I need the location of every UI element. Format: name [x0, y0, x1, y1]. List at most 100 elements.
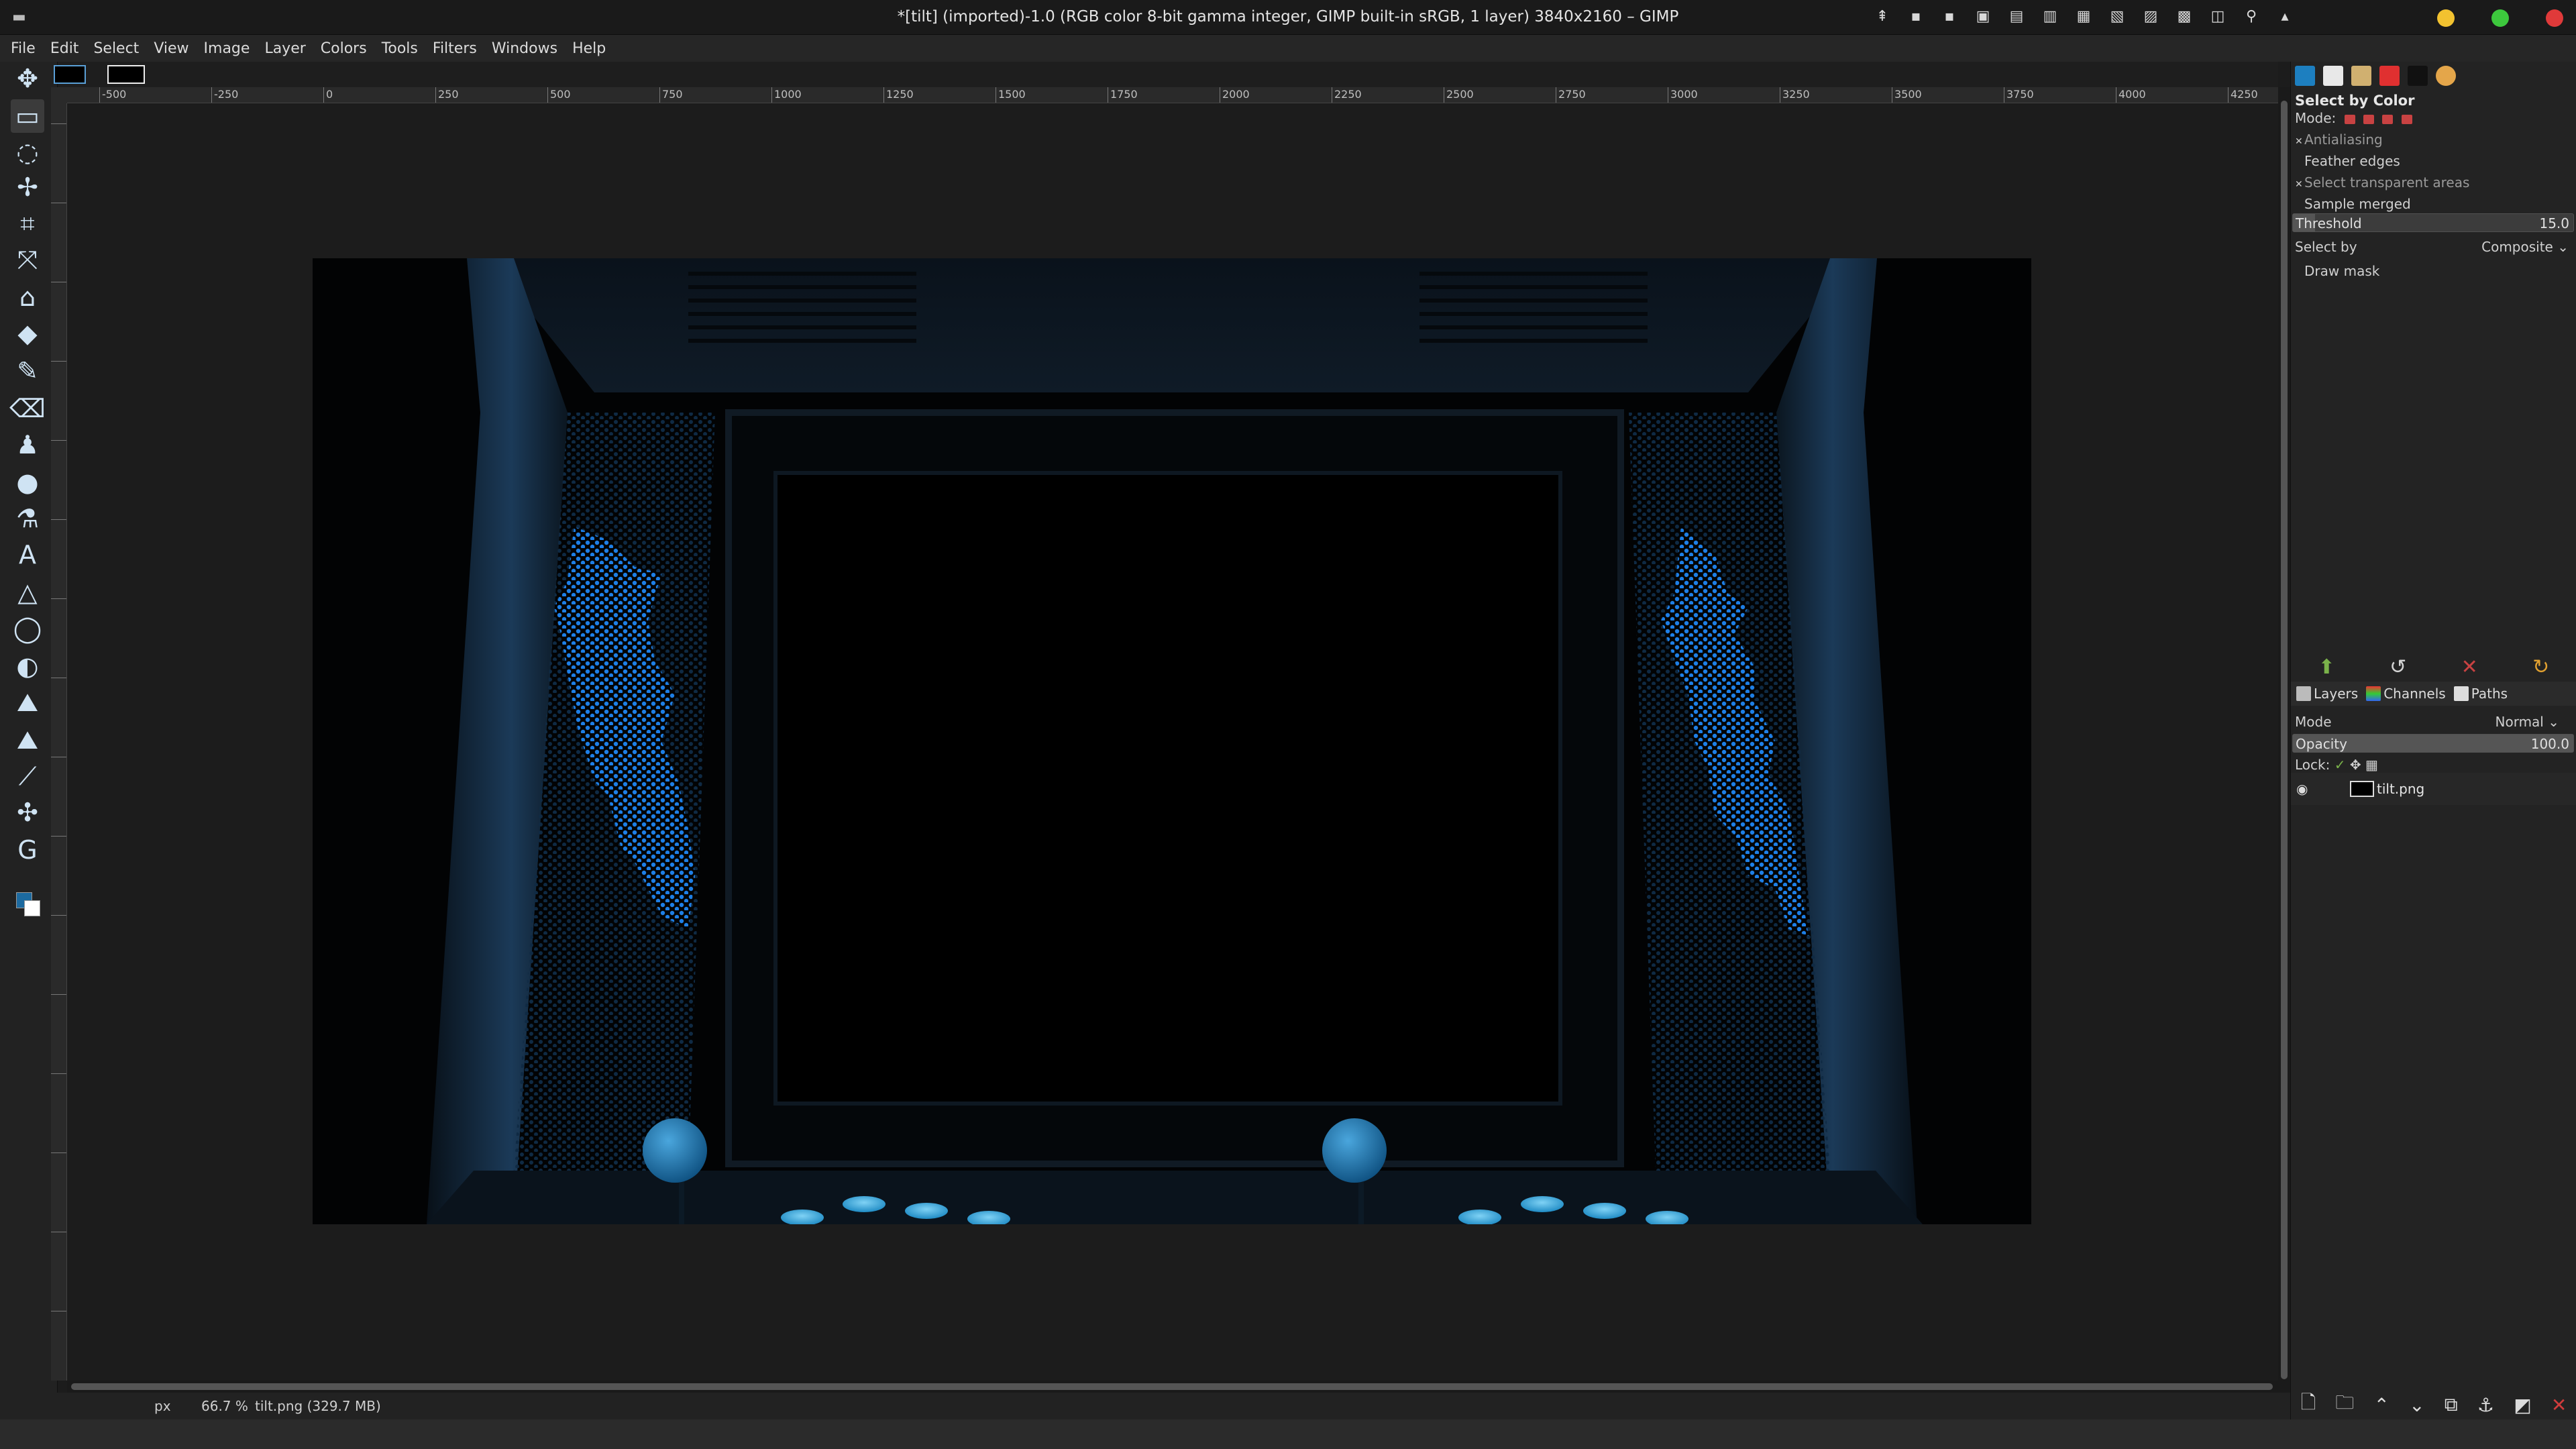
maximize-button[interactable] [2491, 9, 2509, 27]
move-tool-icon[interactable]: ✥ [11, 62, 44, 95]
clone-tool-icon[interactable]: ♟ [11, 428, 44, 462]
lasso-tool-icon[interactable]: ◌ [11, 136, 44, 169]
menu-layer[interactable]: Layer [264, 40, 305, 57]
menu-colors[interactable]: Colors [321, 40, 367, 57]
antialiasing-checkbox[interactable]: ✕ Antialiasing [2295, 131, 2383, 148]
layout-icon-6[interactable]: ▨ [2141, 8, 2160, 25]
delete-options-icon[interactable]: ✕ [2461, 655, 2478, 679]
mode-add-icon[interactable] [2363, 114, 2374, 124]
reset-options-icon[interactable]: ↻ [2532, 655, 2549, 679]
menu-file[interactable]: File [11, 40, 36, 57]
minimize-panel-icon[interactable]: ▪ [1907, 8, 1925, 25]
keep-above-icon[interactable]: ⚲ [2242, 8, 2261, 25]
background-color-swatch[interactable] [24, 900, 40, 916]
zoom-selector[interactable]: 66.7 % [201, 1398, 248, 1414]
blur-tool-icon[interactable]: ● [11, 466, 44, 499]
layout-icon-4[interactable]: ▦ [2074, 8, 2093, 25]
colors-tab-icon[interactable] [2379, 66, 2400, 86]
warp-tool-icon[interactable]: ⌂ [11, 280, 44, 314]
horizontal-ruler[interactable]: -500 -250 0 250 500 750 1000 1250 1500 1750 2000 22… [67, 87, 2278, 103]
levels-tool-icon[interactable]: ⛰ [11, 686, 44, 719]
anchor-layer-icon[interactable]: ⚓ [2477, 1394, 2494, 1416]
lower-layer-icon[interactable]: ⌄ [2409, 1394, 2424, 1416]
tab-channels[interactable]: Channels [2366, 686, 2446, 702]
mode-subtract-icon[interactable] [2382, 114, 2394, 124]
paintbrush-tool-icon[interactable]: ✎ [11, 354, 44, 388]
layer-row[interactable]: ◉ tilt.png [2291, 773, 2576, 805]
mode-intersect-icon[interactable] [2401, 114, 2412, 124]
image-tab-thumbnail-active[interactable] [107, 65, 145, 84]
layout-icon-7[interactable]: ▩ [2175, 8, 2194, 25]
draw-mask-checkbox[interactable]: Draw mask [2295, 263, 2379, 279]
layout-icon-2[interactable]: ▤ [2007, 8, 2026, 25]
curves-tool-icon[interactable]: ⛰ [11, 723, 44, 757]
image-tab-thumbnail[interactable] [54, 65, 86, 84]
gegl-tool-icon[interactable]: G [11, 833, 44, 867]
rect-select-tool-icon[interactable]: ▭ [11, 99, 44, 133]
minimize-button[interactable] [2437, 9, 2455, 27]
unified-transform-icon[interactable]: ✣ [11, 796, 44, 829]
layer-name[interactable]: tilt.png [2377, 781, 2424, 797]
raise-layer-icon[interactable]: ⌃ [2373, 1394, 2389, 1416]
menu-help[interactable]: Help [572, 40, 606, 57]
restore-panel-icon[interactable]: ▪ [1940, 8, 1959, 25]
vertical-scrollbar[interactable] [2278, 87, 2290, 1393]
duplicate-layer-icon[interactable]: ⧉ [2445, 1393, 2458, 1416]
vertical-ruler[interactable] [51, 103, 67, 1381]
restore-options-icon[interactable]: ↺ [2390, 655, 2406, 679]
close-button[interactable] [2546, 9, 2563, 27]
lock-pixels-icon[interactable]: ✓ [2334, 757, 2346, 773]
transform-tool-icon[interactable]: ⤧ [11, 243, 44, 276]
lock-position-icon[interactable]: ✥ [2350, 757, 2361, 773]
color-picker-tool-icon[interactable]: ◐ [11, 649, 44, 683]
eye-icon[interactable]: ◉ [2296, 781, 2316, 797]
lock-alpha-icon[interactable]: ▦ [2365, 757, 2378, 773]
shade-icon[interactable]: ▴ [2275, 8, 2294, 25]
sample-merged-checkbox[interactable]: Sample merged [2295, 196, 2411, 212]
layer-mask-icon[interactable]: ◩ [2514, 1394, 2531, 1416]
bucket-fill-tool-icon[interactable]: ◆ [11, 317, 44, 350]
ruler-corner[interactable] [51, 87, 67, 103]
palette-tab-icon[interactable] [2436, 66, 2456, 86]
eraser-tool-icon[interactable]: ⌫ [9, 392, 46, 425]
brushes-tab-icon[interactable] [2351, 66, 2371, 86]
tool-options-tab-icon[interactable] [2295, 66, 2315, 86]
vscroll-thumb[interactable] [2281, 101, 2288, 1379]
feather-edges-checkbox[interactable]: Feather edges [2295, 153, 2400, 169]
layout-icon-3[interactable]: ▥ [2041, 8, 2059, 25]
image-canvas[interactable] [313, 258, 2031, 1224]
mode-replace-icon[interactable] [2344, 114, 2355, 124]
crop-tool-icon[interactable]: ⌗ [11, 207, 44, 240]
menu-select[interactable]: Select [93, 40, 139, 57]
tab-paths[interactable]: Paths [2453, 686, 2508, 702]
gradient-tab-icon[interactable] [2408, 66, 2428, 86]
zoom-tool-icon[interactable]: ◯ [11, 612, 44, 645]
layout-icon-1[interactable]: ▣ [1974, 8, 1992, 25]
select-by-dropdown[interactable]: Composite ⌄ [2481, 239, 2569, 255]
layer-mode-dropdown[interactable]: Normal ⌄ [2496, 714, 2560, 730]
menu-view[interactable]: View [154, 40, 189, 57]
delete-layer-icon[interactable]: ✕ [2551, 1394, 2567, 1416]
layout-icon-8[interactable]: ◫ [2208, 8, 2227, 25]
measure-tool-icon[interactable]: ⟋ [11, 759, 44, 793]
paths-tool-icon[interactable]: △ [11, 576, 44, 609]
new-layer-group-icon[interactable]: 🗀 [2335, 1389, 2354, 1421]
hscroll-thumb[interactable] [71, 1383, 2273, 1390]
menu-edit[interactable]: Edit [50, 40, 79, 57]
tab-layers[interactable]: Layers [2296, 686, 2358, 702]
menu-windows[interactable]: Windows [492, 40, 557, 57]
menu-tools[interactable]: Tools [382, 40, 418, 57]
menu-filters[interactable]: Filters [433, 40, 477, 57]
pin-icon[interactable]: ⇞ [1873, 8, 1892, 25]
unit-selector[interactable]: px [154, 1398, 171, 1414]
save-options-icon[interactable]: ⬆ [2318, 655, 2335, 679]
menu-image[interactable]: Image [204, 40, 250, 57]
dodge-tool-icon[interactable]: ⚗ [11, 502, 44, 535]
opacity-slider[interactable]: Opacity 100.0 [2292, 734, 2574, 753]
layout-icon-5[interactable]: ▧ [2108, 8, 2127, 25]
new-layer-icon[interactable]: 🗋 [2301, 1389, 2316, 1421]
threshold-slider[interactable]: Threshold 15.0 [2292, 213, 2574, 232]
fonts-tab-icon[interactable] [2323, 66, 2343, 86]
horizontal-scrollbar[interactable] [67, 1381, 2278, 1393]
text-tool-icon[interactable]: A [11, 538, 44, 572]
